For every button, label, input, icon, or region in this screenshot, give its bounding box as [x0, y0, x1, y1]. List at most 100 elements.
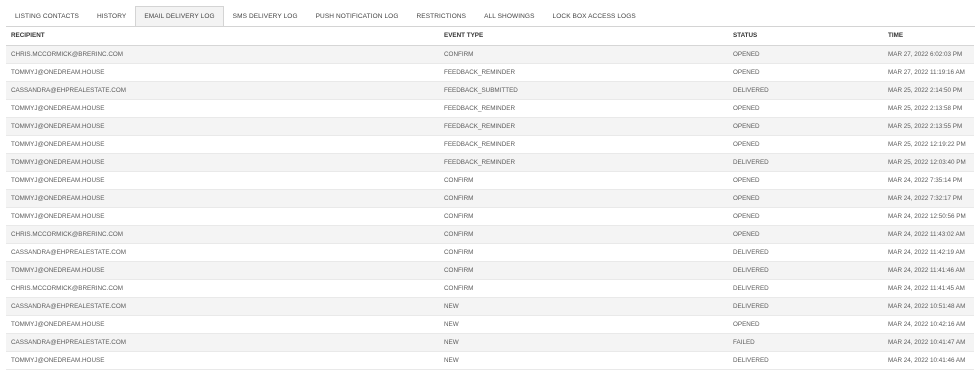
column-header-recipient[interactable]: RECIPIENT [6, 27, 439, 46]
time-cell: MAR 24, 2022 12:50:56 PM [883, 207, 974, 226]
time-cell: MAR 24, 2022 7:35:14 PM [883, 171, 974, 190]
time-cell: MAR 25, 2022 2:14:50 PM [883, 81, 974, 100]
status-cell: DELIVERED [728, 279, 883, 298]
event-type-cell: FEEDBACK_REMINDER [439, 117, 728, 136]
table-row: CASSANDRA@EHPREALESTATE.COM FEEDBACK_SUBM… [6, 81, 974, 100]
time-cell: MAR 24, 2022 10:42:16 AM [883, 315, 974, 334]
recipient-cell: CASSANDRA@EHPREALESTATE.COM [6, 81, 439, 100]
table-row: TOMMYJ@ONEDREAM.HOUSE FEEDBACK_REMINDER OP… [6, 117, 974, 136]
recipient-cell: CHRIS.MCCORMICK@BRERINC.COM [6, 279, 439, 298]
time-cell: MAR 24, 2022 10:41:46 AM [883, 351, 974, 370]
table-row: TOMMYJ@ONEDREAM.HOUSE CONFIRM OPENED MAR 24… [6, 171, 974, 190]
status-cell: FAILED [728, 333, 883, 352]
recipient-cell: TOMMYJ@ONEDREAM.HOUSE [6, 189, 439, 208]
table-row: CHRIS.MCCORMICK@BRERINC.COM CONFIRM DELIVE… [6, 279, 974, 298]
table-row: TOMMYJ@ONEDREAM.HOUSE CONFIRM OPENED MAR 24… [6, 189, 974, 208]
status-cell: OPENED [728, 99, 883, 118]
table-row: CASSANDRA@EHPREALESTATE.COM NEW FAILED MAR … [6, 333, 974, 352]
event-type-cell: NEW [439, 351, 728, 370]
tab-listing-contacts[interactable]: LISTING CONTACTS [6, 6, 88, 26]
recipient-cell: TOMMYJ@ONEDREAM.HOUSE [6, 351, 439, 370]
event-type-cell: NEW [439, 315, 728, 334]
table-row: CASSANDRA@EHPREALESTATE.COM NEW DELIVERED M… [6, 297, 974, 316]
table-header-row: RECIPIENT EVENT TYPE STATUS TIME [6, 27, 974, 46]
time-cell: MAR 24, 2022 11:41:46 AM [883, 261, 974, 280]
status-cell: DELIVERED [728, 261, 883, 280]
event-type-cell: FEEDBACK_REMINDER [439, 153, 728, 172]
recipient-cell: CASSANDRA@EHPREALESTATE.COM [6, 297, 439, 316]
status-cell: OPENED [728, 225, 883, 244]
event-type-cell: CONFIRM [439, 207, 728, 226]
table-row: TOMMYJ@ONEDREAM.HOUSE FEEDBACK_REMINDER OP… [6, 135, 974, 154]
recipient-cell: CHRIS.MCCORMICK@BRERINC.COM [6, 225, 439, 244]
table-row: TOMMYJ@ONEDREAM.HOUSE FEEDBACK_REMINDER OP… [6, 63, 974, 82]
table-row: TOMMYJ@ONEDREAM.HOUSE FEEDBACK_REMINDER DE… [6, 153, 974, 172]
table-row: CHRIS.MCCORMICK@BRERINC.COM CONFIRM OPENED… [6, 225, 974, 244]
time-cell: MAR 24, 2022 10:41:47 AM [883, 333, 974, 352]
event-type-cell: FEEDBACK_REMINDER [439, 135, 728, 154]
status-cell: OPENED [728, 207, 883, 226]
time-cell: MAR 25, 2022 2:13:58 PM [883, 99, 974, 118]
table-row: TOMMYJ@ONEDREAM.HOUSE NEW OPENED MAR 24, 20… [6, 315, 974, 334]
table-row: TOMMYJ@ONEDREAM.HOUSE CONFIRM OPENED MAR 24… [6, 207, 974, 226]
time-cell: MAR 27, 2022 11:19:16 AM [883, 63, 974, 82]
table-body: CHRIS.MCCORMICK@BRERINC.COM CONFIRM OPENED… [6, 45, 974, 370]
event-type-cell: CONFIRM [439, 279, 728, 298]
status-cell: DELIVERED [728, 297, 883, 316]
tab-restrictions[interactable]: RESTRICTIONS [407, 6, 475, 26]
event-type-cell: FEEDBACK_REMINDER [439, 99, 728, 118]
recipient-cell: CHRIS.MCCORMICK@BRERINC.COM [6, 45, 439, 64]
email-delivery-log-table: RECIPIENT EVENT TYPE STATUS TIME CHRIS.M… [6, 27, 974, 370]
time-cell: MAR 24, 2022 11:41:45 AM [883, 279, 974, 298]
tab-bar: LISTING CONTACTS HISTORY EMAIL DELIVERY LO… [6, 6, 645, 26]
time-cell: MAR 27, 2022 6:02:03 PM [883, 45, 974, 64]
event-type-cell: NEW [439, 297, 728, 316]
event-type-cell: FEEDBACK_SUBMITTED [439, 81, 728, 100]
time-cell: MAR 25, 2022 2:13:55 PM [883, 117, 974, 136]
tab-email-delivery-log[interactable]: EMAIL DELIVERY LOG [135, 6, 224, 26]
time-cell: MAR 24, 2022 11:42:19 AM [883, 243, 974, 262]
table-row: TOMMYJ@ONEDREAM.HOUSE FEEDBACK_REMINDER OP… [6, 99, 974, 118]
event-type-cell: NEW [439, 333, 728, 352]
status-cell: DELIVERED [728, 81, 883, 100]
status-cell: OPENED [728, 171, 883, 190]
email-delivery-log-panel: LISTING CONTACTS HISTORY EMAIL DELIVERY LO… [0, 0, 975, 373]
event-type-cell: CONFIRM [439, 261, 728, 280]
status-cell: DELIVERED [728, 153, 883, 172]
tab-lock-box-access-logs[interactable]: LOCK BOX ACCESS LOGS [544, 6, 645, 26]
column-header-event-type[interactable]: EVENT TYPE [439, 27, 728, 46]
tab-sms-delivery-log[interactable]: SMS DELIVERY LOG [224, 6, 307, 26]
column-header-time[interactable]: TIME [883, 27, 974, 46]
recipient-cell: TOMMYJ@ONEDREAM.HOUSE [6, 63, 439, 82]
time-cell: MAR 25, 2022 12:03:40 PM [883, 153, 974, 172]
recipient-cell: CASSANDRA@EHPREALESTATE.COM [6, 333, 439, 352]
time-cell: MAR 24, 2022 10:51:48 AM [883, 297, 974, 316]
status-cell: OPENED [728, 315, 883, 334]
status-cell: DELIVERED [728, 351, 883, 370]
table-header: RECIPIENT EVENT TYPE STATUS TIME [6, 27, 974, 46]
time-cell: MAR 24, 2022 7:32:17 PM [883, 189, 974, 208]
time-cell: MAR 24, 2022 11:43:02 AM [883, 225, 974, 244]
recipient-cell: TOMMYJ@ONEDREAM.HOUSE [6, 171, 439, 190]
event-type-cell: CONFIRM [439, 243, 728, 262]
event-type-cell: CONFIRM [439, 189, 728, 208]
event-type-cell: CONFIRM [439, 45, 728, 64]
table-row: CASSANDRA@EHPREALESTATE.COM CONFIRM DELIVE… [6, 243, 974, 262]
column-header-status[interactable]: STATUS [728, 27, 883, 46]
tab-push-notification-log[interactable]: PUSH NOTIFICATION LOG [307, 6, 408, 26]
recipient-cell: TOMMYJ@ONEDREAM.HOUSE [6, 153, 439, 172]
status-cell: OPENED [728, 117, 883, 136]
recipient-cell: TOMMYJ@ONEDREAM.HOUSE [6, 117, 439, 136]
status-cell: OPENED [728, 135, 883, 154]
tab-history[interactable]: HISTORY [88, 6, 135, 26]
table-row: CHRIS.MCCORMICK@BRERINC.COM CONFIRM OPENED… [6, 45, 974, 64]
recipient-cell: TOMMYJ@ONEDREAM.HOUSE [6, 315, 439, 334]
status-cell: OPENED [728, 63, 883, 82]
event-type-cell: FEEDBACK_REMINDER [439, 63, 728, 82]
event-type-cell: CONFIRM [439, 171, 728, 190]
status-cell: OPENED [728, 189, 883, 208]
recipient-cell: TOMMYJ@ONEDREAM.HOUSE [6, 207, 439, 226]
status-cell: OPENED [728, 45, 883, 64]
tab-all-showings[interactable]: ALL SHOWINGS [475, 6, 543, 26]
status-cell: DELIVERED [728, 243, 883, 262]
